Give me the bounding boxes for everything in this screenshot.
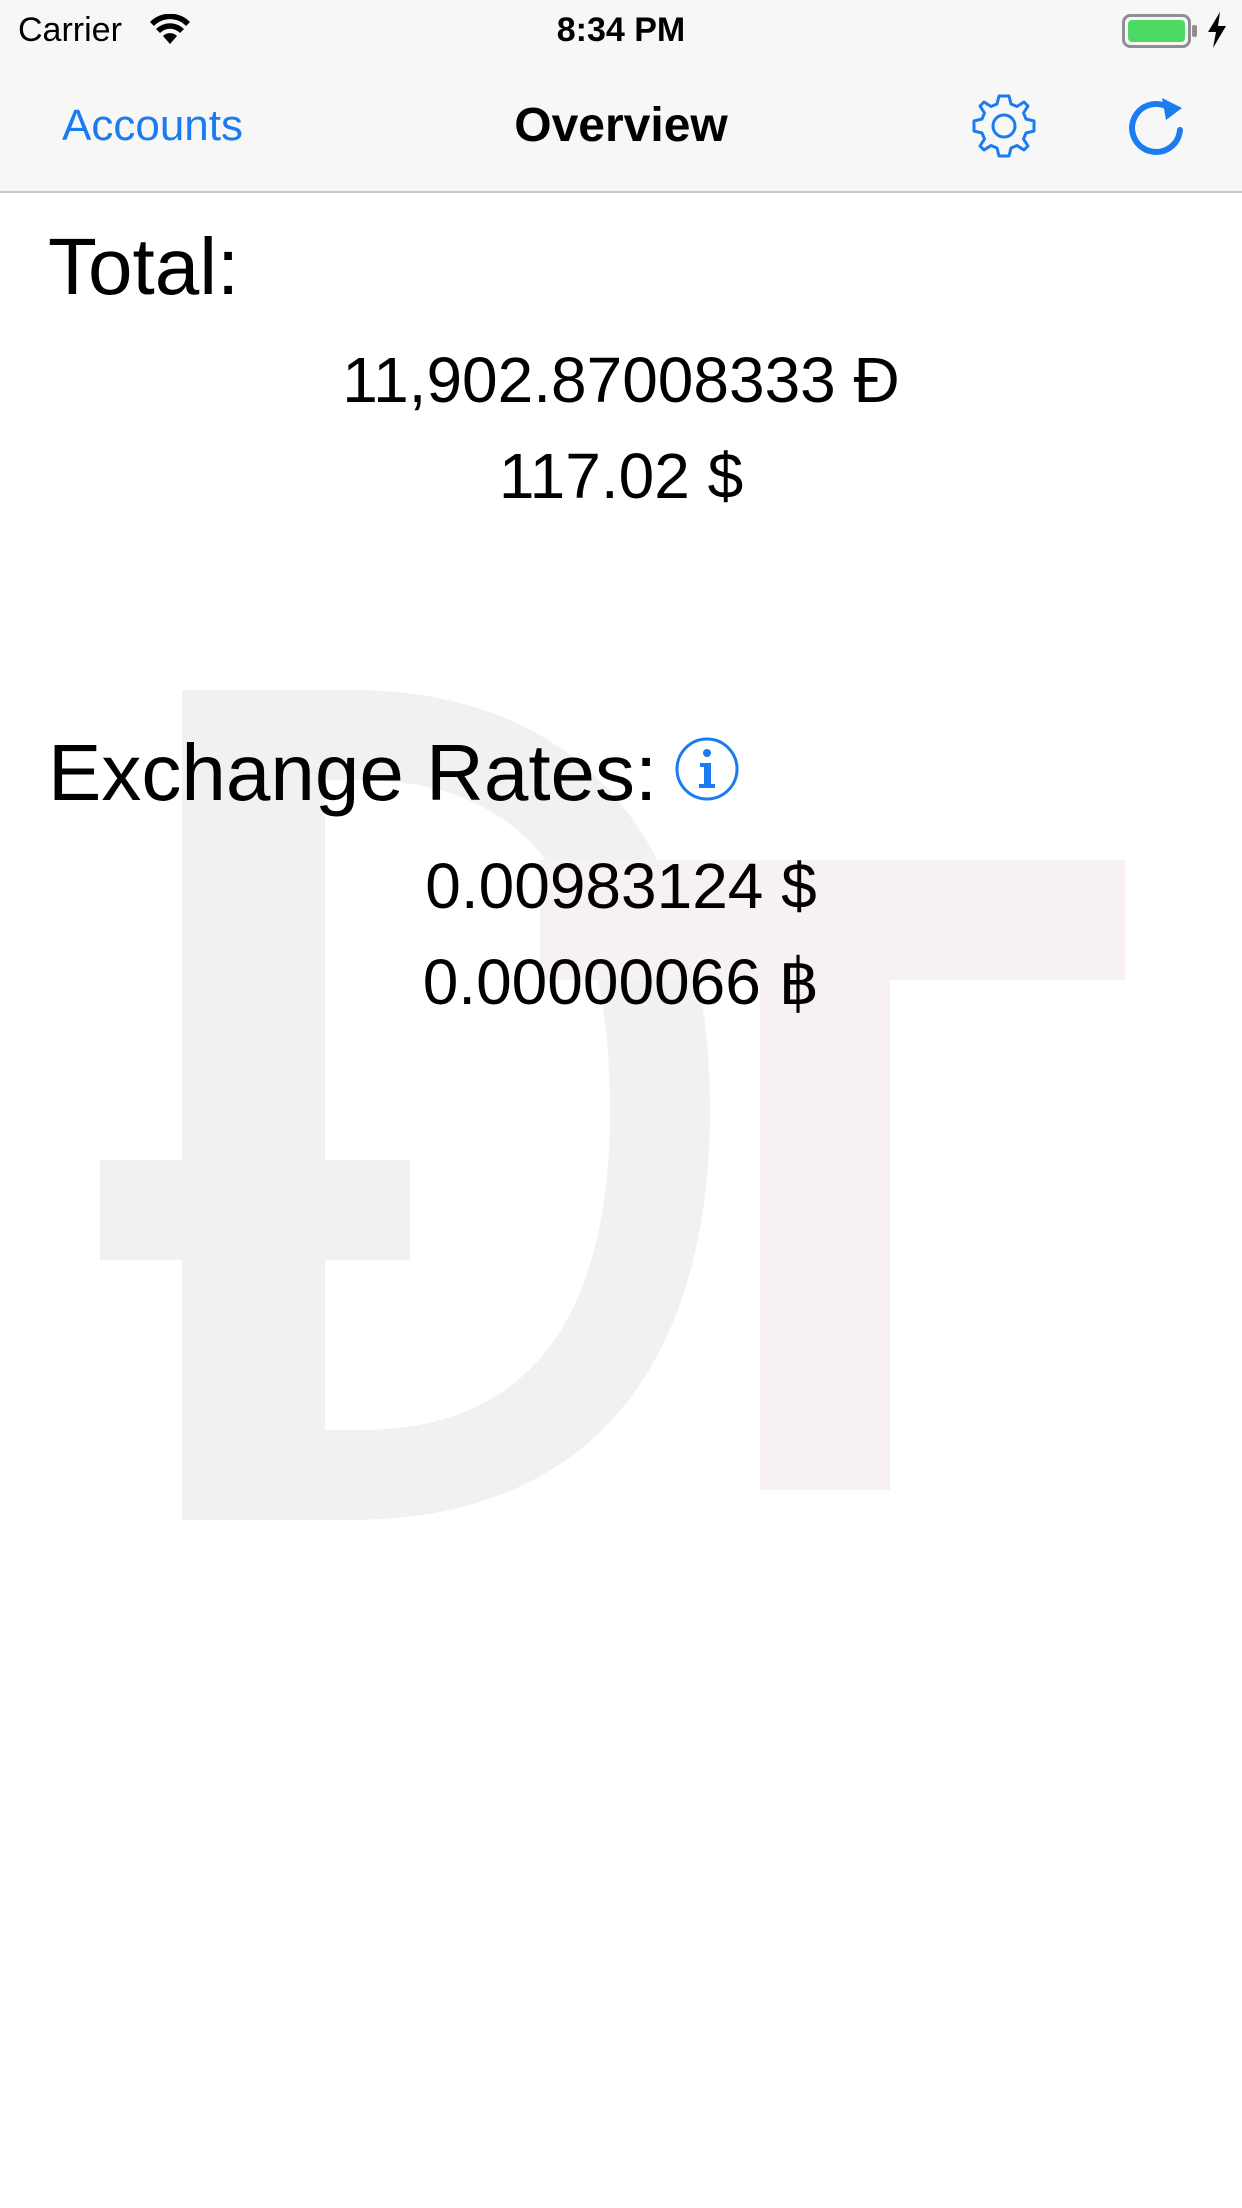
status-time: 8:34 PM	[556, 11, 686, 49]
info-icon[interactable]	[674, 736, 740, 802]
total-usd-amount: 117.02 $	[498, 440, 744, 512]
navigation-bar: Accounts Overview	[0, 60, 1242, 193]
status-bar: Carrier 8:34 PM	[0, 0, 1242, 60]
total-coin-amount: 11,902.87008333 Đ	[342, 344, 900, 416]
total-heading: Total:	[48, 222, 240, 311]
bolt-icon	[1208, 12, 1226, 48]
usd-exchange-rate: 0.00983124 $	[425, 850, 817, 922]
page-title: Overview	[514, 99, 728, 152]
btc-exchange-rate: 0.00000066 ฿	[422, 946, 820, 1018]
overview-screen: Carrier 8:34 PM Accounts Overview Total:…	[0, 0, 1242, 2208]
gear-icon[interactable]	[968, 90, 1040, 162]
battery-icon	[1122, 14, 1197, 48]
exchange-rates-heading: Exchange Rates:	[48, 728, 658, 817]
refresh-icon[interactable]	[1120, 90, 1192, 162]
